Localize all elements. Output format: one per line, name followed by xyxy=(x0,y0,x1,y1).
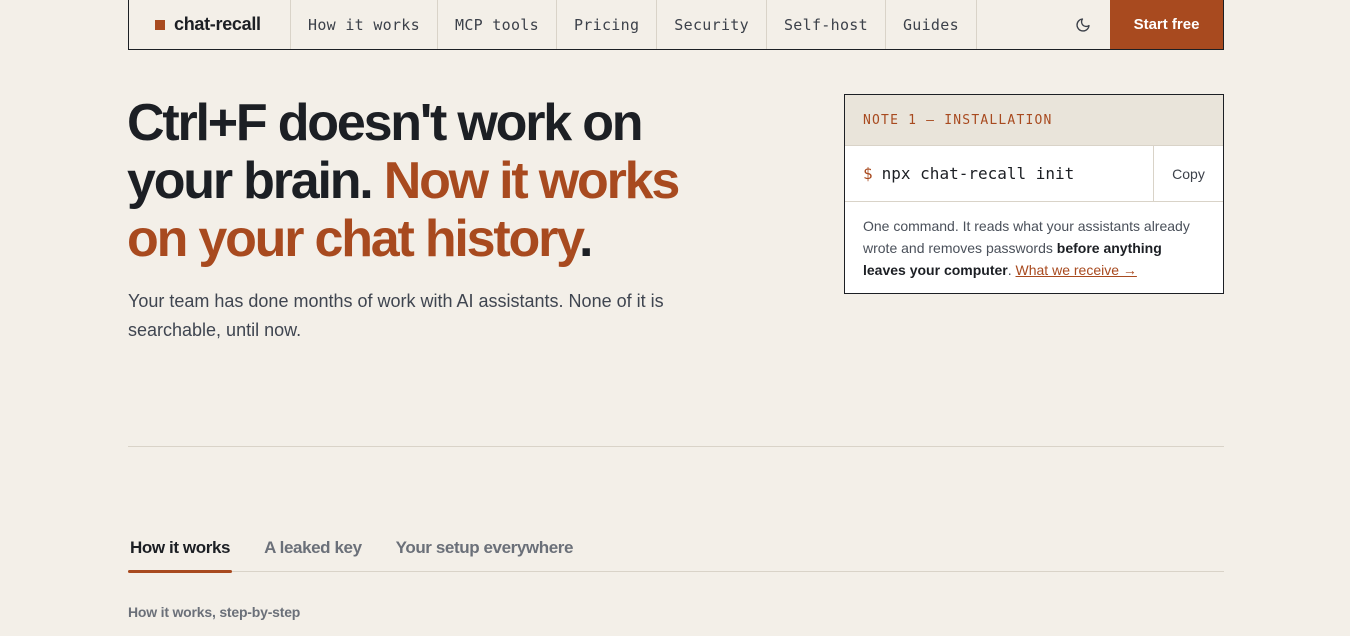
command-text: npx chat-recall init xyxy=(881,164,1075,183)
nav-link-pricing[interactable]: Pricing xyxy=(557,0,658,49)
hero-title-period: . xyxy=(578,210,593,268)
hero-title: Ctrl+F doesn't work on your brain. Now i… xyxy=(127,94,747,268)
nav-link-self-host[interactable]: Self-host xyxy=(767,0,886,49)
brand-logo[interactable]: chat-recall xyxy=(129,0,291,49)
hero-subtitle: Your team has done months of work with A… xyxy=(128,291,664,340)
brand-name: chat-recall xyxy=(174,14,261,34)
tab-your-setup-everywhere[interactable]: Your setup everywhere xyxy=(394,524,575,572)
installation-note: NOTE 1 — INSTALLATION $ npx chat-recall … xyxy=(844,94,1224,294)
what-we-receive-link[interactable]: What we receive → xyxy=(1016,262,1137,278)
nav-link-security[interactable]: Security xyxy=(657,0,767,49)
start-free-button[interactable]: Start free xyxy=(1110,0,1223,49)
top-nav: chat-recall How it works MCP tools Prici… xyxy=(128,0,1224,50)
brand-square-icon xyxy=(155,19,165,30)
note-body-period: . xyxy=(1007,262,1016,278)
feature-tabs: How it works A leaked key Your setup eve… xyxy=(128,524,1224,573)
tab-a-leaked-key[interactable]: A leaked key xyxy=(262,524,364,572)
note-body: One command. It reads what your assistan… xyxy=(845,202,1223,281)
section-divider xyxy=(128,446,1224,447)
install-command[interactable]: $ npx chat-recall init xyxy=(845,146,1153,201)
tab-how-it-works[interactable]: How it works xyxy=(128,524,233,573)
nav-link-guides[interactable]: Guides xyxy=(886,0,977,49)
theme-toggle-button[interactable] xyxy=(1056,0,1110,49)
moon-icon xyxy=(1076,17,1090,32)
nav-link-how-it-works[interactable]: How it works xyxy=(291,0,438,49)
section-label: How it works, step-by-step xyxy=(128,604,301,620)
note-heading: NOTE 1 — INSTALLATION xyxy=(845,95,1223,146)
command-row: $ npx chat-recall init Copy xyxy=(845,146,1223,202)
copy-button[interactable]: Copy xyxy=(1153,146,1223,201)
nav-link-mcp-tools[interactable]: MCP tools xyxy=(438,0,557,49)
shell-prompt: $ xyxy=(863,164,873,183)
